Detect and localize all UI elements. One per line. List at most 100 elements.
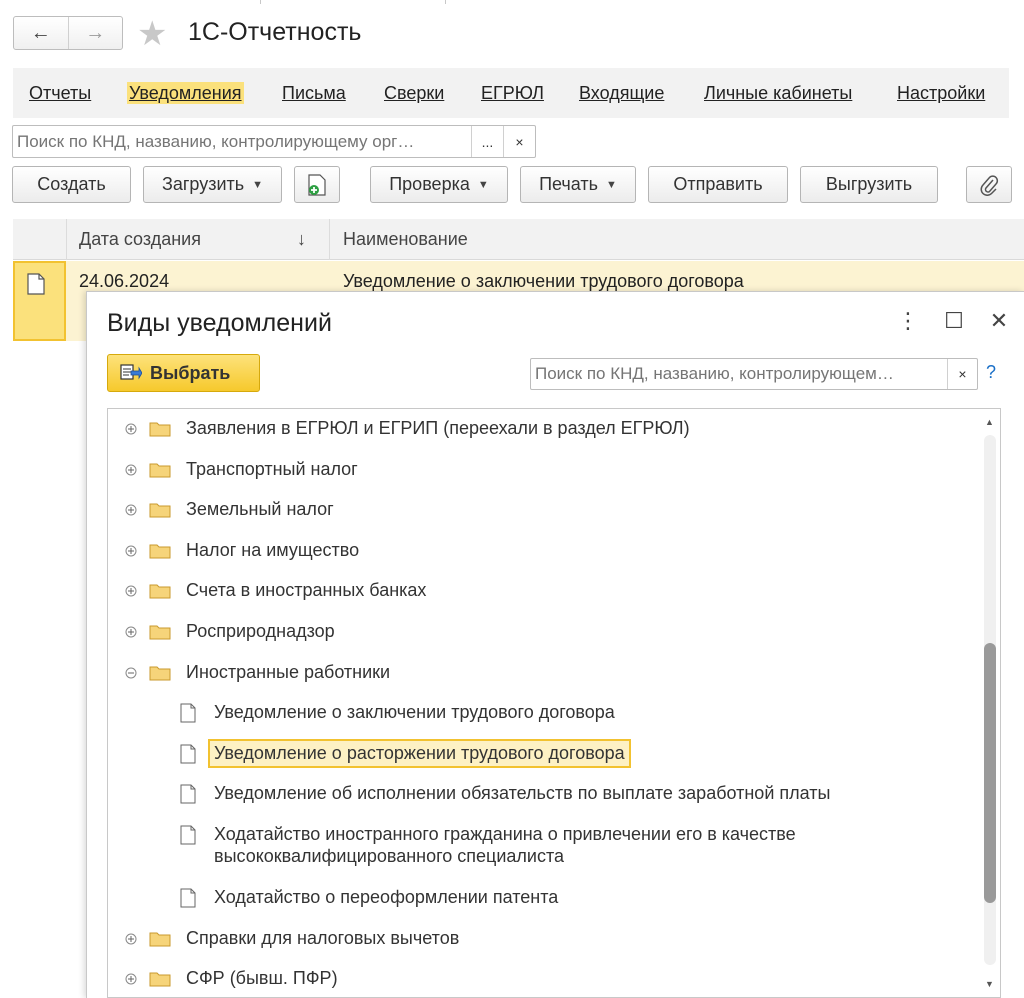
- tree-group-label: Земельный налог: [186, 499, 334, 519]
- search-more-button[interactable]: ...: [471, 126, 503, 157]
- chevron-down-icon: ▼: [252, 178, 264, 191]
- check-button[interactable]: Проверка ▼: [370, 166, 508, 203]
- expand-icon[interactable]: [124, 463, 138, 477]
- expand-icon[interactable]: [124, 422, 138, 436]
- dialog-title: Виды уведомлений: [107, 309, 332, 337]
- history-nav: ← →: [13, 16, 123, 50]
- tree-item-label: Уведомление о заключении трудового догов…: [214, 702, 615, 722]
- notification-types-dialog: Виды уведомлений ⋮ ☐ ✕ Выбрать × ? Заявл…: [86, 291, 1024, 998]
- scroll-thumb[interactable]: [984, 643, 996, 903]
- tab-egrul[interactable]: ЕГРЮЛ: [479, 82, 546, 104]
- row-icon-cell: [13, 261, 66, 341]
- back-arrow-icon[interactable]: ←: [14, 17, 68, 49]
- tree-item[interactable]: Уведомление об исполнении обязательств п…: [108, 779, 968, 809]
- favorite-star-icon[interactable]: ★: [137, 14, 167, 54]
- tree-group[interactable]: СФР (бывш. ПФР): [108, 964, 968, 994]
- export-button[interactable]: Выгрузить: [800, 166, 938, 203]
- select-button-label: Выбрать: [150, 362, 231, 383]
- load-button[interactable]: Загрузить ▼: [143, 166, 282, 203]
- attach-button[interactable]: [966, 166, 1012, 203]
- document-icon: [180, 703, 196, 723]
- close-icon[interactable]: ✕: [984, 308, 1014, 334]
- tree-item[interactable]: Ходатайство иностранного гражданина о пр…: [108, 820, 968, 866]
- paperclip-icon: [980, 174, 999, 196]
- folder-icon: [149, 422, 171, 437]
- expand-icon[interactable]: [124, 932, 138, 946]
- print-button[interactable]: Печать ▼: [520, 166, 636, 203]
- maximize-icon[interactable]: ☐: [939, 308, 969, 334]
- tree-group[interactable]: Счета в иностранных банках: [108, 576, 968, 606]
- window-top-edge: [0, 0, 1024, 4]
- select-button[interactable]: Выбрать: [107, 354, 260, 392]
- document-icon: [27, 273, 45, 295]
- tab-personal-cabinets[interactable]: Личные кабинеты: [702, 82, 854, 104]
- expand-icon[interactable]: [124, 503, 138, 517]
- expand-icon[interactable]: [124, 972, 138, 986]
- tree-item-label-line2: высококвалифицированного специалиста: [214, 846, 565, 866]
- tab-settings[interactable]: Настройки: [895, 82, 987, 104]
- document-icon: [180, 784, 196, 804]
- check-button-label: Проверка: [389, 174, 470, 194]
- tab-reports[interactable]: Отчеты: [27, 82, 93, 104]
- folder-icon: [149, 932, 171, 947]
- create-button-label: Создать: [37, 174, 106, 194]
- load-button-label: Загрузить: [161, 174, 245, 194]
- collapse-icon[interactable]: [124, 666, 138, 680]
- tree-item-selected[interactable]: Уведомление о расторжении трудового дого…: [108, 739, 968, 769]
- tree-item[interactable]: Уведомление о заключении трудового догов…: [108, 698, 968, 728]
- dialog-search-clear-button[interactable]: ×: [947, 359, 977, 389]
- send-button[interactable]: Отправить: [648, 166, 788, 203]
- tree-group-label: Росприроднадзор: [186, 621, 335, 641]
- more-actions-icon[interactable]: ⋮: [893, 308, 923, 334]
- chevron-down-icon: ▼: [606, 178, 617, 191]
- tree-group-expanded[interactable]: Иностранные работники: [108, 658, 968, 688]
- document-icon: [180, 744, 196, 764]
- tree-item-label: Уведомление об исполнении обязательств п…: [214, 783, 831, 803]
- column-header-date[interactable]: Дата создания: [79, 229, 201, 250]
- tab-letters[interactable]: Письма: [280, 82, 348, 104]
- table-header: Дата создания ↓ Наименование: [13, 219, 1024, 260]
- vertical-scrollbar[interactable]: ▲ ▼: [983, 413, 997, 993]
- tree-group[interactable]: Земельный налог: [108, 495, 968, 525]
- top-tab-divider: [445, 0, 446, 4]
- help-icon[interactable]: ?: [986, 362, 996, 383]
- search-input[interactable]: [13, 126, 471, 157]
- folder-icon: [149, 544, 171, 559]
- tree-group[interactable]: Транспортный налог: [108, 455, 968, 485]
- tab-incoming[interactable]: Входящие: [577, 82, 666, 104]
- tree-group-label: Счета в иностранных банках: [186, 580, 427, 600]
- row-date: 24.06.2024: [79, 271, 170, 291]
- folder-icon: [149, 972, 171, 987]
- expand-icon[interactable]: [124, 544, 138, 558]
- expand-icon[interactable]: [124, 625, 138, 639]
- chevron-down-icon: ▼: [477, 178, 489, 191]
- tree-group[interactable]: Заявления в ЕГРЮЛ и ЕГРИП (переехали в р…: [108, 414, 968, 444]
- tab-reconciliations[interactable]: Сверки: [382, 82, 446, 104]
- folder-icon: [149, 503, 171, 518]
- tree-group[interactable]: Росприроднадзор: [108, 617, 968, 647]
- tree-group[interactable]: Налог на имущество: [108, 536, 968, 566]
- dialog-search-input[interactable]: [531, 359, 947, 389]
- dialog-search-field: ×: [530, 358, 978, 390]
- tree-group-label: Справки для налоговых вычетов: [186, 928, 460, 948]
- column-divider: [66, 219, 67, 260]
- column-header-name[interactable]: Наименование: [343, 229, 468, 250]
- row-name: Уведомление о заключении трудового догов…: [343, 271, 744, 291]
- forward-arrow-icon[interactable]: →: [67, 17, 123, 49]
- tree-item-label: Ходатайство о переоформлении патента: [214, 887, 559, 907]
- tree-group[interactable]: Справки для налоговых вычетов: [108, 924, 968, 954]
- tree-group-label: СФР (бывш. ПФР): [186, 968, 338, 988]
- expand-icon[interactable]: [124, 584, 138, 598]
- add-document-button[interactable]: [294, 166, 340, 203]
- search-clear-button[interactable]: ×: [503, 126, 535, 157]
- folder-open-icon: [149, 666, 171, 681]
- tab-notifications[interactable]: Уведомления: [127, 82, 244, 104]
- sort-arrow-icon[interactable]: ↓: [297, 229, 306, 250]
- document-icon: [180, 825, 196, 845]
- folder-icon: [149, 625, 171, 640]
- create-button[interactable]: Создать: [12, 166, 131, 203]
- tree-item[interactable]: Ходатайство о переоформлении патента: [108, 883, 968, 913]
- tree-group-label: Заявления в ЕГРЮЛ и ЕГРИП (переехали в р…: [186, 418, 690, 438]
- scroll-up-icon[interactable]: ▲: [985, 417, 994, 427]
- scroll-down-icon[interactable]: ▼: [985, 979, 994, 989]
